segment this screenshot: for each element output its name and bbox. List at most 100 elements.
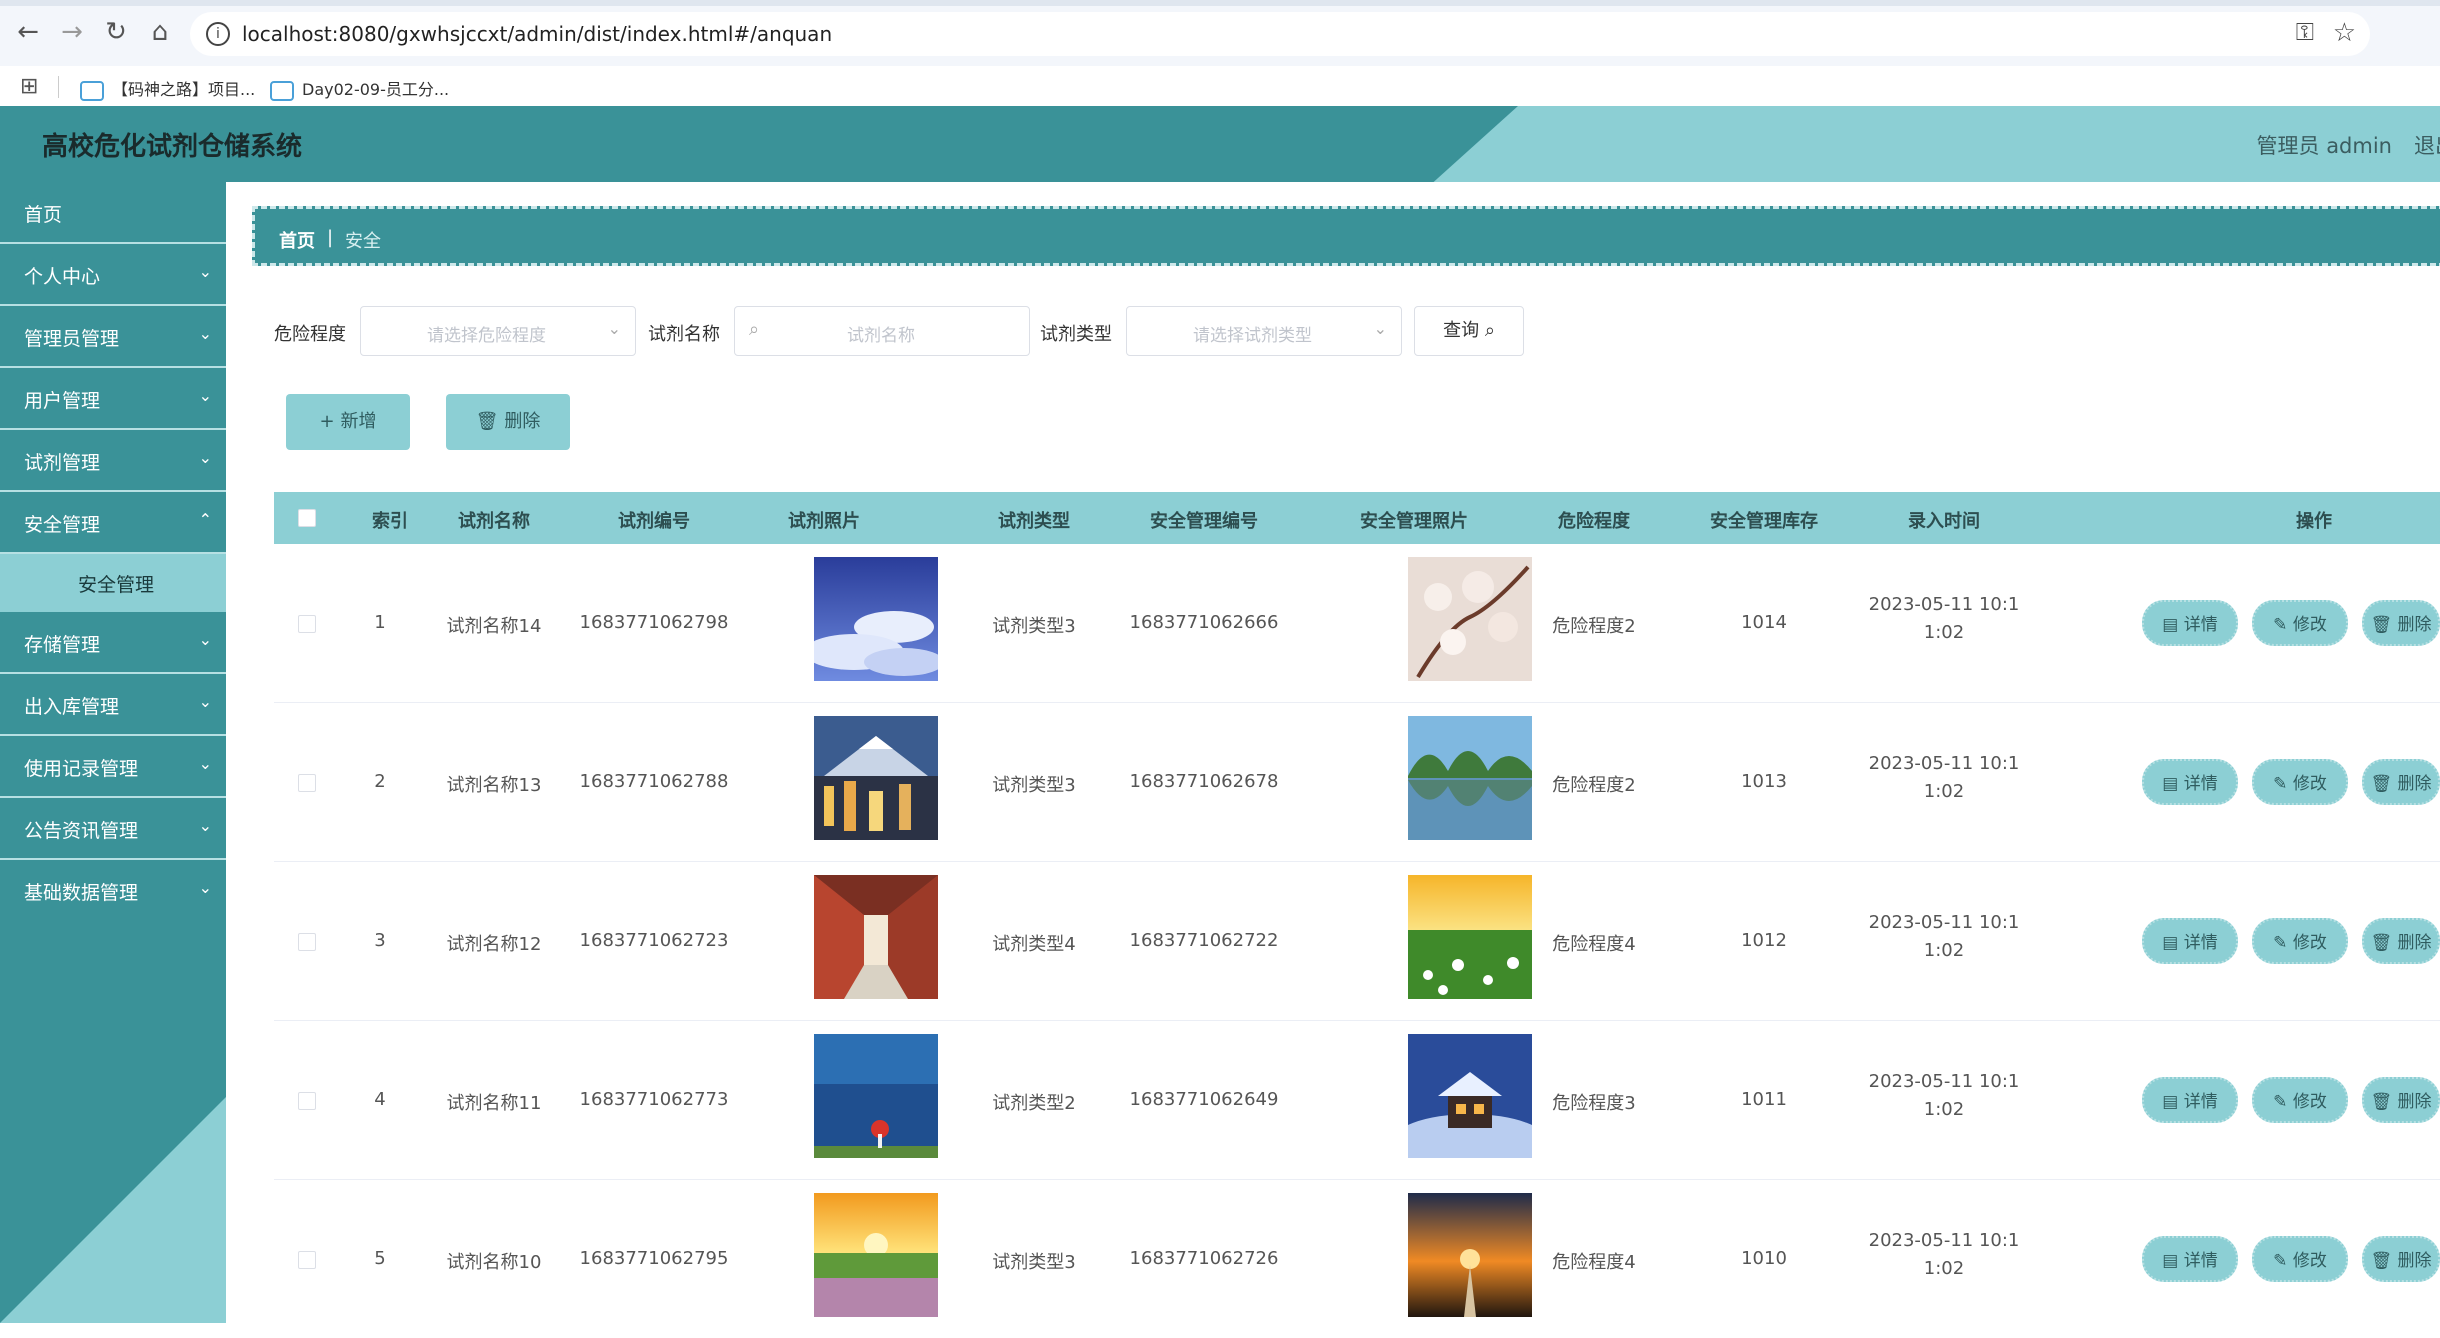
- sidebar-item-user-management[interactable]: 用户管理 ⌄: [0, 368, 226, 430]
- name-search-input[interactable]: ⌕ 试剂名称: [734, 306, 1030, 356]
- cell-danger: 危险程度4: [1552, 1252, 1636, 1273]
- sidebar: 首页 个人中心 ⌄ 管理员管理 ⌄ 用户管理 ⌄ 试剂管理 ⌄ 安全管理 ⌃ 安全管理 存…: [0, 182, 226, 1323]
- delete-label: 删除: [2397, 615, 2432, 635]
- row-delete-button[interactable]: 🗑 删除: [2362, 759, 2440, 805]
- logout-link[interactable]: 退出: [2414, 130, 2440, 160]
- name-filter-label: 试剂名称: [648, 324, 720, 345]
- sidebar-item-label: 个人中心: [24, 266, 101, 288]
- url-text[interactable]: localhost:8080/gxwhsjccxt/admin/dist/ind…: [242, 22, 832, 46]
- edit-label: 修改: [2292, 615, 2327, 635]
- delete-button[interactable]: 🗑 删除: [446, 394, 570, 450]
- bookmark-divider: [58, 76, 59, 98]
- apps-grid-icon[interactable]: ⊞: [20, 74, 38, 99]
- detail-button[interactable]: ▤ 详情: [2142, 600, 2238, 646]
- cell-danger: 危险程度3: [1552, 1093, 1636, 1114]
- reagent-photo-sea: [814, 1034, 938, 1158]
- sidebar-item-inout-management[interactable]: 出入库管理 ⌄: [0, 674, 226, 736]
- sidebar-item-home[interactable]: 首页: [0, 182, 226, 244]
- detail-button[interactable]: ▤ 详情: [2142, 918, 2238, 964]
- sidebar-item-announcements[interactable]: 公告资讯管理 ⌄: [0, 798, 226, 860]
- row-delete-button[interactable]: 🗑 删除: [2362, 918, 2440, 964]
- sidebar-item-usage-records[interactable]: 使用记录管理 ⌄: [0, 736, 226, 798]
- sidebar-item-base-data[interactable]: 基础数据管理 ⌄: [0, 860, 226, 922]
- sidebar-item-label: 存储管理: [24, 634, 101, 656]
- bookmark-item[interactable]: 【码神之路】项目...: [80, 76, 255, 101]
- bilibili-icon: [80, 80, 104, 101]
- cell-danger: 危险程度2: [1552, 775, 1636, 796]
- detail-label: 详情: [2183, 615, 2218, 635]
- column-header: 试剂类型: [998, 511, 1070, 532]
- cell-code: 1683771062723: [579, 930, 729, 951]
- cell-safety-code: 1683771062666: [1129, 612, 1279, 633]
- site-info-icon[interactable]: i: [206, 22, 230, 46]
- sidebar-item-reagent-management[interactable]: 试剂管理 ⌄: [0, 430, 226, 492]
- address-bar[interactable]: i localhost:8080/gxwhsjccxt/admin/dist/i…: [190, 12, 2370, 56]
- edit-button[interactable]: ✎ 修改: [2252, 1077, 2348, 1123]
- cell-time-cont: 1:02: [1923, 1099, 1965, 1120]
- row-delete-button[interactable]: 🗑 删除: [2362, 1077, 2440, 1123]
- row-checkbox[interactable]: [298, 774, 316, 792]
- cell-safety-code: 1683771062649: [1129, 1089, 1279, 1110]
- detail-button[interactable]: ▤ 详情: [2142, 1077, 2238, 1123]
- edit-button[interactable]: ✎ 修改: [2252, 759, 2348, 805]
- chevron-down-icon: ⌄: [198, 630, 212, 649]
- edit-label: 修改: [2292, 933, 2327, 953]
- forward-icon[interactable]: →: [54, 14, 90, 50]
- edit-button[interactable]: ✎ 修改: [2252, 918, 2348, 964]
- detail-button[interactable]: ▤ 详情: [2142, 1236, 2238, 1282]
- trash-icon: 🗑: [2370, 1251, 2398, 1271]
- cell-index: 5: [374, 1248, 386, 1269]
- trash-icon: 🗑: [2370, 615, 2398, 635]
- bookmark-star-icon[interactable]: ☆: [2333, 18, 2356, 48]
- cell-safety-code: 1683771062678: [1129, 771, 1279, 792]
- bookmark-item[interactable]: Day02-09-员工分...: [270, 76, 449, 101]
- sidebar-item-storage-management[interactable]: 存储管理 ⌄: [0, 612, 226, 674]
- cell-type: 试剂类型3: [992, 775, 1076, 796]
- row-checkbox[interactable]: [298, 615, 316, 633]
- add-button[interactable]: + 新增: [286, 394, 410, 450]
- detail-button[interactable]: ▤ 详情: [2142, 759, 2238, 805]
- password-key-icon[interactable]: ⚿: [2296, 18, 2314, 46]
- detail-label: 详情: [2183, 774, 2218, 794]
- admin-label: 管理员 admin: [2256, 134, 2392, 158]
- column-header: 试剂名称: [458, 511, 530, 532]
- cell-name: 试剂名称12: [446, 934, 542, 955]
- edit-button[interactable]: ✎ 修改: [2252, 600, 2348, 646]
- sidebar-subitem-safety[interactable]: 安全管理: [0, 554, 226, 612]
- breadcrumb-home[interactable]: 首页: [279, 227, 315, 253]
- cell-time: 2023-05-11 10:1: [1868, 594, 2020, 615]
- danger-select[interactable]: 请选择危险程度 ⌄: [360, 306, 636, 356]
- cell-time-cont: 1:02: [1923, 1258, 1965, 1279]
- row-delete-button[interactable]: 🗑 删除: [2362, 1236, 2440, 1282]
- row-checkbox[interactable]: [298, 1251, 316, 1269]
- cell-type: 试剂类型2: [992, 1093, 1076, 1114]
- edit-icon: ✎: [2273, 615, 2293, 635]
- row-delete-button[interactable]: 🗑 删除: [2362, 600, 2440, 646]
- browser-tab-strip: [0, 0, 2440, 6]
- reload-icon[interactable]: ↻: [98, 14, 134, 50]
- row-checkbox[interactable]: [298, 933, 316, 951]
- row-checkbox[interactable]: [298, 1092, 316, 1110]
- cell-code: 1683771062773: [579, 1089, 729, 1110]
- back-icon[interactable]: ←: [10, 14, 46, 50]
- type-select[interactable]: 请选择试剂类型 ⌄: [1126, 306, 1402, 356]
- sidebar-item-safety-management[interactable]: 安全管理 ⌃: [0, 492, 226, 554]
- sidebar-item-personal-center[interactable]: 个人中心 ⌄: [0, 244, 226, 306]
- query-button[interactable]: 查询 ⌕: [1414, 306, 1524, 356]
- chevron-down-icon: ⌄: [198, 692, 212, 711]
- bookmark-label: 【码神之路】项目...: [112, 80, 256, 99]
- column-header: 安全管理照片: [1360, 511, 1468, 532]
- cell-stock: 1013: [1741, 771, 1787, 792]
- type-select-placeholder: 请选择试剂类型: [1193, 326, 1312, 346]
- document-icon: ▤: [2162, 615, 2184, 635]
- home-icon[interactable]: ⌂: [142, 14, 178, 50]
- trash-icon: 🗑: [475, 411, 499, 432]
- sidebar-item-admin-management[interactable]: 管理员管理 ⌄: [0, 306, 226, 368]
- danger-select-placeholder: 请选择危险程度: [427, 326, 546, 346]
- chevron-down-icon: ⌄: [1373, 319, 1387, 338]
- column-header: 试剂照片: [788, 511, 860, 532]
- search-icon: ⌕: [1484, 320, 1495, 341]
- select-all-checkbox[interactable]: [298, 509, 316, 527]
- edit-button[interactable]: ✎ 修改: [2252, 1236, 2348, 1282]
- document-icon: ▤: [2162, 774, 2184, 794]
